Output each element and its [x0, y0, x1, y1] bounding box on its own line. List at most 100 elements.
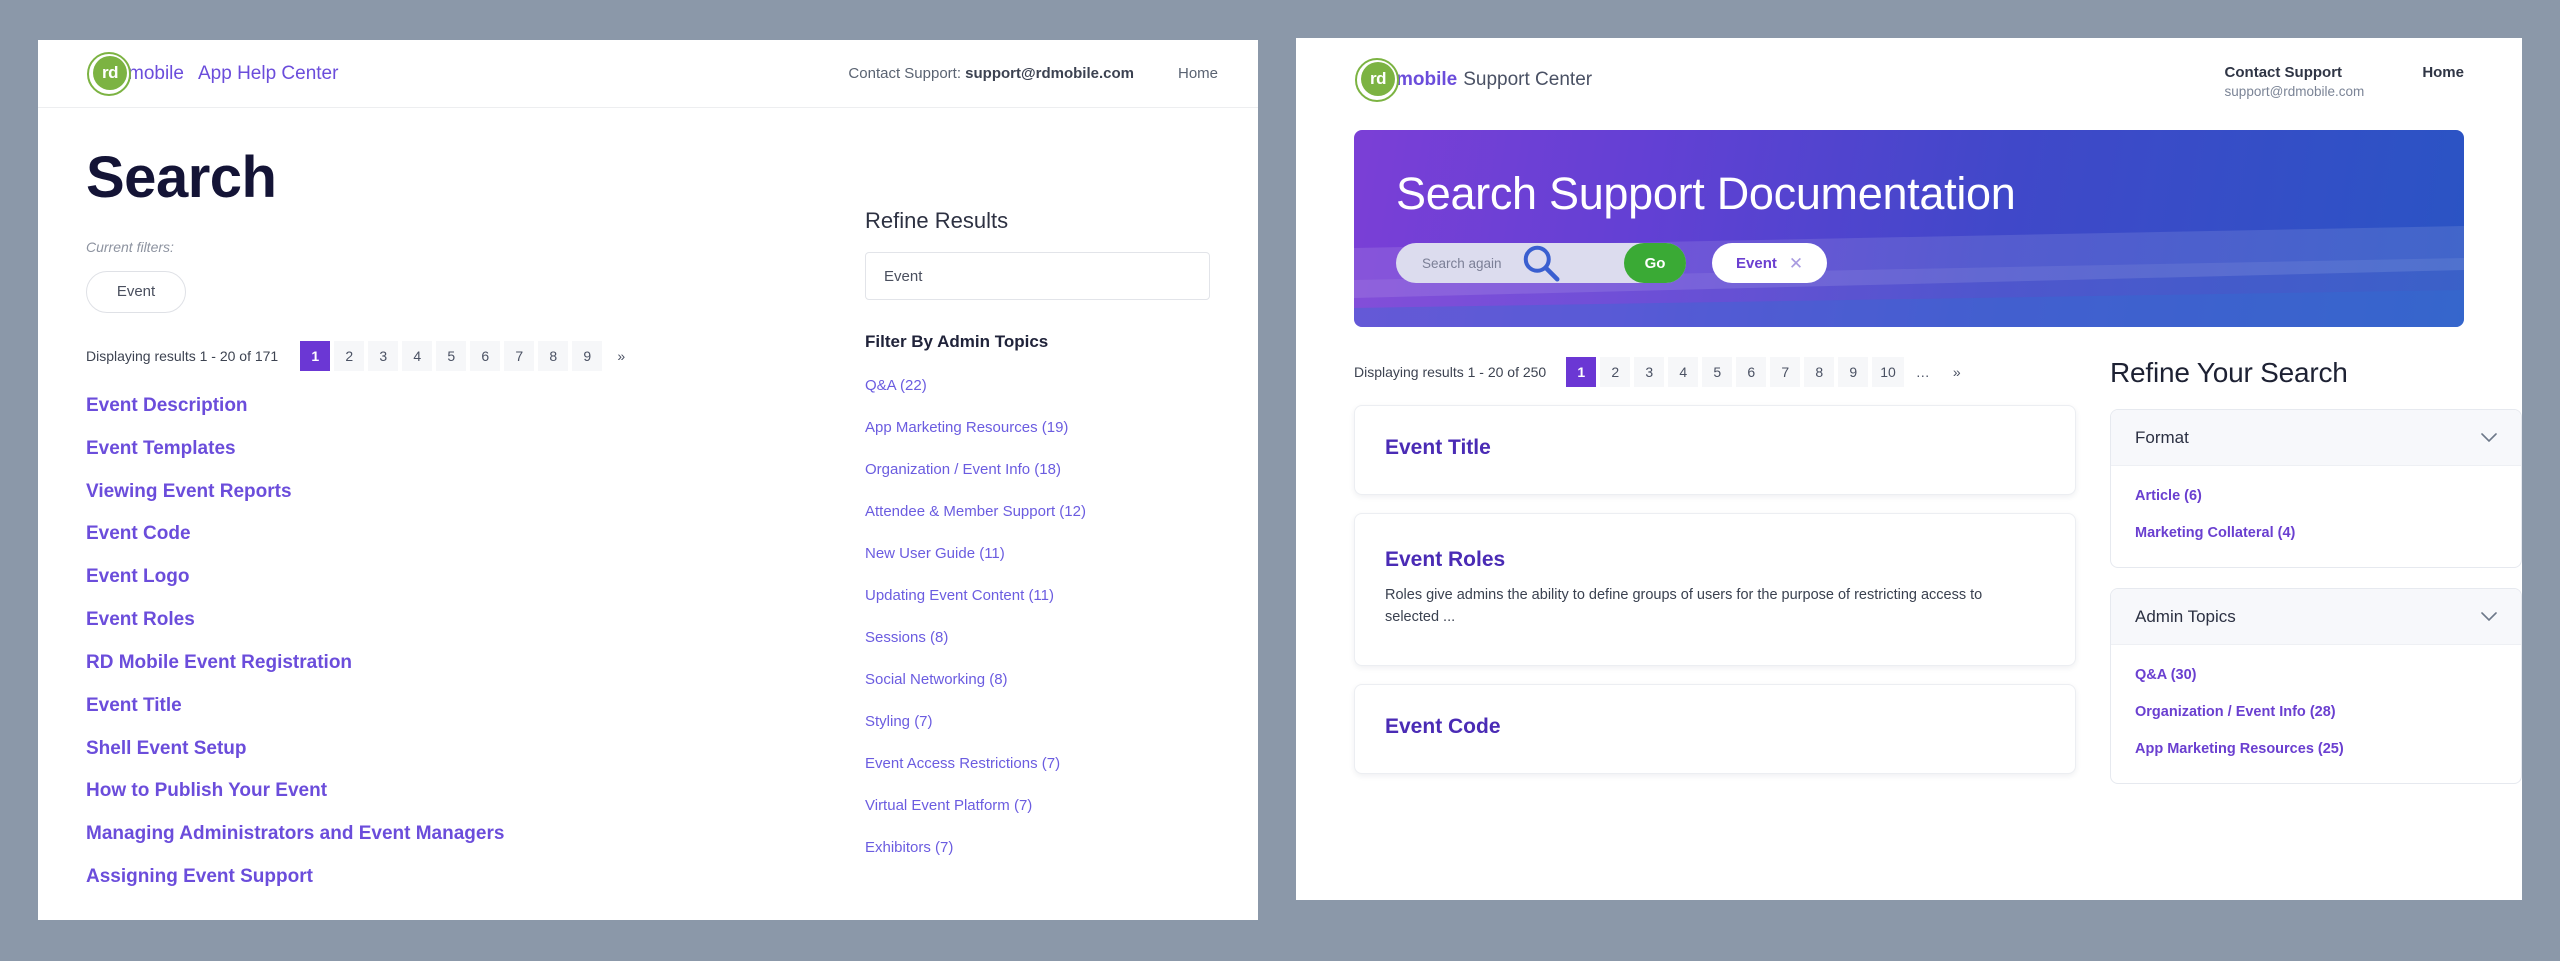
result-card[interactable]: Event Code [1354, 683, 2076, 774]
admin-topic-filter-link[interactable]: New User Guide (11) [865, 545, 1210, 562]
contact-support-label[interactable]: Contact Support [2225, 64, 2365, 81]
site-name: Support Center [1463, 69, 1593, 90]
pagination-page-3[interactable]: 3 [1634, 357, 1665, 387]
rd-mobile-logo[interactable]: rd mobile App Help Center [86, 51, 338, 97]
pagination-page-2[interactable]: 2 [1600, 357, 1631, 387]
rd-logo-icon: rd [1354, 57, 1400, 103]
pagination: 1 2 3 4 5 6 7 8 9» [300, 340, 636, 371]
home-link[interactable]: Home [2422, 64, 2464, 81]
result-card[interactable]: Event Title [1354, 405, 2076, 495]
contact-support-email[interactable]: support@rdmobile.com [965, 65, 1134, 82]
active-filter-chip[interactable]: Event ✕ [1712, 243, 1828, 284]
site-name: App Help Center [197, 62, 339, 84]
screenshot-stage: rd mobile App Help Center Contact Suppor… [0, 0, 2560, 961]
pagination-page-5[interactable]: 5 [436, 340, 467, 371]
pagination-page-7[interactable]: 7 [504, 340, 535, 371]
pagination-page-7[interactable]: 7 [1770, 357, 1801, 387]
search-result-link[interactable]: Assigning Event Support [86, 866, 1210, 888]
pagination-page-8[interactable]: 8 [1804, 357, 1835, 387]
facet-link[interactable]: Article (6) [2135, 488, 2497, 504]
help-center-body: Search Current filters: Event Displaying… [38, 108, 1258, 888]
result-card-title[interactable]: Event Roles [1385, 548, 2045, 572]
facet-header[interactable]: Format [2111, 410, 2521, 466]
pagination-page-9[interactable]: 9 [572, 340, 603, 371]
result-card[interactable]: Event Roles Roles give admins the ability… [1354, 513, 2076, 666]
pagination-page-6[interactable]: 6 [470, 340, 501, 371]
active-filter-chip[interactable]: Event [86, 270, 186, 313]
result-card-title[interactable]: Event Title [1385, 436, 2045, 460]
facet-group: Admin Topics Q&A (30) Organization / Event… [2110, 588, 2522, 784]
refine-search-input[interactable]: Event [865, 252, 1210, 300]
refine-your-search-sidebar: Refine Your Search Format Article (6) Mark… [2110, 357, 2522, 784]
contact-support-email[interactable]: support@rdmobile.com [2225, 84, 2365, 99]
pagination-page-3[interactable]: 3 [368, 340, 399, 371]
contact-support-label: Contact Support: [848, 65, 961, 82]
contact-support-block: Contact Support support@rdmobile.com [2225, 64, 2365, 99]
pagination-page-6[interactable]: 6 [1736, 357, 1767, 387]
rd-mobile-logo[interactable]: rd mobile Support Center [1354, 57, 1592, 103]
facet-link[interactable]: App Marketing Resources (25) [2135, 741, 2497, 757]
active-filter-chip-label: Event [1736, 254, 1777, 272]
admin-topic-filter-link[interactable]: Organization / Event Info (18) [865, 461, 1210, 478]
results-count: Displaying results 1 - 20 of 250 [1354, 364, 1547, 380]
support-center-header: rd mobile Support Center Contact Support… [1296, 38, 2522, 108]
pagination-page-»[interactable]: » [606, 341, 636, 371]
admin-topic-filter-list: Q&A (22) App Marketing Resources (19) Orga… [865, 377, 1210, 856]
support-center-main: Displaying results 1 - 20 of 250 1234567… [1296, 357, 2522, 784]
admin-topic-filter-link[interactable]: Updating Event Content (11) [865, 587, 1210, 604]
admin-topic-filter-link[interactable]: Styling (7) [865, 713, 1210, 730]
pagination-page-…[interactable]: … [1908, 357, 1938, 387]
help-center-header: rd mobile App Help Center Contact Suppor… [38, 40, 1258, 108]
pagination-page-10[interactable]: 10 [1872, 357, 1904, 387]
rd-logo-mark-text: rd [1361, 62, 1395, 96]
refine-results-title: Refine Results [865, 208, 1009, 233]
admin-topic-filter-link[interactable]: App Marketing Resources (19) [865, 419, 1210, 436]
facet-body: Q&A (30) Organization / Event Info (28) Ap… [2111, 645, 2521, 783]
pagination-page-1[interactable]: 1 [300, 340, 331, 371]
pagination-page-1[interactable]: 1 [1566, 357, 1597, 387]
facet-link[interactable]: Q&A (30) [2135, 667, 2497, 683]
contact-support-line: Contact Support: support@rdmobile.com [848, 65, 1134, 82]
rd-logo-mark-text: rd [93, 55, 127, 90]
hero-controls: Search again Go Event ✕ [1396, 243, 2464, 284]
result-card-title[interactable]: Event Code [1385, 715, 2045, 739]
page-title: Search [86, 145, 277, 210]
chevron-down-icon[interactable] [2481, 611, 2497, 622]
admin-topic-filter-link[interactable]: Social Networking (8) [865, 671, 1210, 688]
results-count: Displaying results 1 - 20 of 171 [86, 347, 279, 364]
pagination-page-4[interactable]: 4 [1668, 357, 1699, 387]
home-link[interactable]: Home [1178, 65, 1218, 82]
admin-topic-filter-link[interactable]: Sessions (8) [865, 629, 1210, 646]
facet-header[interactable]: Admin Topics [2111, 589, 2521, 645]
go-button[interactable]: Go [1624, 243, 1686, 284]
close-icon[interactable]: ✕ [1789, 255, 1803, 272]
help-center-panel: rd mobile App Help Center Contact Suppor… [38, 40, 1258, 920]
result-card-list: Event Title Event Roles Roles give admins … [1354, 405, 2076, 774]
pagination-page-4[interactable]: 4 [402, 340, 433, 371]
refine-results-sidebar: Refine Results Event Filter By Admin Top… [865, 208, 1210, 856]
search-input[interactable]: Search again Go [1396, 243, 1686, 284]
admin-topic-filter-link[interactable]: Exhibitors (7) [865, 839, 1210, 856]
support-center-panel: rd mobile Support Center Contact Support… [1296, 38, 2522, 900]
support-center-header-links: Contact Support support@rdmobile.com Hom… [2225, 62, 2464, 99]
facet-body: Article (6) Marketing Collateral (4) [2111, 466, 2521, 567]
chevron-down-icon[interactable] [2481, 432, 2497, 443]
facet-header-label: Format [2135, 427, 2189, 447]
admin-topic-filter-link[interactable]: Event Access Restrictions (7) [865, 755, 1210, 772]
pagination-page-5[interactable]: 5 [1702, 357, 1733, 387]
facet-link[interactable]: Marketing Collateral (4) [2135, 525, 2497, 541]
help-center-header-links: Contact Support: support@rdmobile.com Ho… [848, 65, 1218, 82]
pagination-page-8[interactable]: 8 [538, 340, 569, 371]
admin-topic-filter-link[interactable]: Virtual Event Platform (7) [865, 797, 1210, 814]
facet-link[interactable]: Organization / Event Info (28) [2135, 704, 2497, 720]
admin-topic-filter-link[interactable]: Q&A (22) [865, 377, 1210, 394]
admin-topic-filter-link[interactable]: Attendee & Member Support (12) [865, 503, 1210, 520]
pagination-page-2[interactable]: 2 [334, 340, 365, 371]
hero-banner: Search Support Documentation Search agai… [1354, 130, 2464, 327]
results-column: Displaying results 1 - 20 of 250 1234567… [1354, 357, 2076, 784]
pagination: 1 2 3 4 5 6 7 8 9 10…» [1566, 357, 1972, 387]
logo-wordmark: mobile [128, 62, 184, 84]
pagination-page-9[interactable]: 9 [1838, 357, 1869, 387]
pagination-page-»[interactable]: » [1942, 357, 1972, 387]
facet-group: Format Article (6) Marketing Collateral (4… [2110, 409, 2522, 568]
